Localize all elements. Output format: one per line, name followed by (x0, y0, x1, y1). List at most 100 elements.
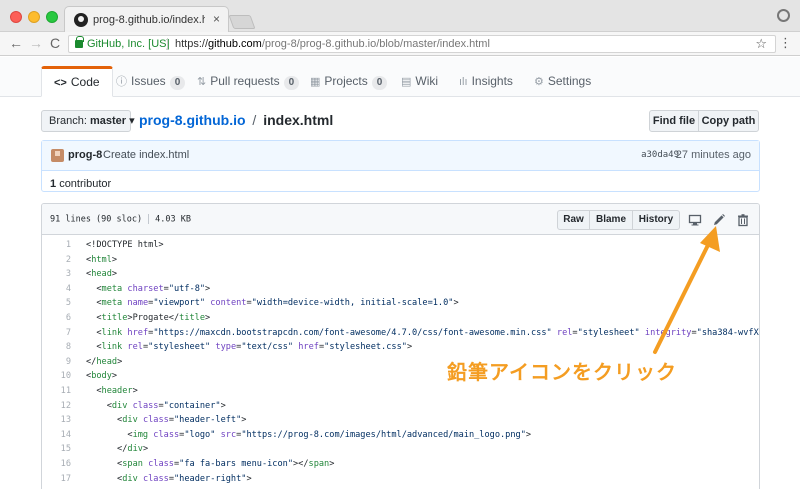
tab-projects[interactable]: ▦ Projects 0 (298, 66, 399, 97)
github-favicon-icon (74, 13, 88, 27)
line-number[interactable]: 16 (42, 457, 71, 472)
line-content: <div class="header-right"> (86, 473, 252, 484)
lock-icon (75, 36, 84, 48)
line-number[interactable]: 1 (42, 238, 71, 253)
commit-message-link[interactable]: Create index.html (103, 149, 189, 161)
line-content: <head> (86, 269, 118, 280)
url-divider (167, 38, 168, 50)
line-content: <header> (86, 386, 138, 396)
avatar[interactable] (51, 149, 64, 162)
latest-commit-box: prog-8 Create index.html a30da49 27 minu… (41, 140, 760, 192)
contributors-link[interactable]: 1 contributor (50, 178, 111, 190)
line-number[interactable]: 5 (42, 296, 71, 311)
graph-icon: ılı (459, 76, 468, 88)
history-button[interactable]: History (632, 210, 680, 230)
url-text[interactable]: https://github.com/prog-8/prog-8.github.… (175, 38, 490, 50)
blame-button[interactable]: Blame (589, 210, 633, 230)
browser-titlebar: prog-8.github.io/index.html at × (0, 0, 800, 33)
copy-path-button[interactable]: Copy path (698, 110, 759, 132)
breadcrumb: prog-8.github.io / index.html (139, 112, 333, 128)
line-content: <meta name="viewport" content="width=dev… (86, 298, 459, 309)
certificate-label[interactable]: GitHub, Inc. [US] (87, 38, 170, 50)
book-icon: ▤ (401, 76, 412, 88)
line-number[interactable]: 7 (42, 326, 71, 341)
desktop-icon[interactable] (688, 213, 702, 227)
minimize-window-button[interactable] (28, 11, 40, 23)
tab-label: Settings (547, 74, 592, 88)
raw-button[interactable]: Raw (557, 210, 590, 230)
url-host: github.com (208, 38, 262, 50)
line-number[interactable]: 15 (42, 442, 71, 457)
line-number[interactable]: 6 (42, 311, 71, 326)
line-number[interactable]: 11 (42, 384, 71, 399)
reload-icon[interactable]: C (50, 35, 60, 51)
profile-icon[interactable] (777, 9, 790, 22)
annotation-text: 鉛筆アイコンをクリック (447, 362, 677, 384)
line-number[interactable]: 4 (42, 282, 71, 297)
forward-arrow-icon[interactable]: → (29, 35, 43, 51)
line-number[interactable]: 3 (42, 267, 71, 282)
file-info-divider (148, 214, 150, 224)
line-content: <body> (86, 371, 118, 382)
line-number[interactable]: 13 (42, 413, 71, 428)
browser-menu-icon[interactable]: ⋮ (779, 35, 792, 51)
line-number[interactable]: 9 (42, 355, 71, 370)
line-number[interactable]: 8 (42, 340, 71, 355)
tab-code[interactable]: <> Code (41, 66, 113, 97)
pencil-icon[interactable] (712, 213, 726, 227)
repo-nav: <> Code ⓘ Issues 0 ⇅ Pull requests 0 ▦ Project… (0, 57, 800, 97)
line-number[interactable]: 12 (42, 399, 71, 414)
tab-settings[interactable]: ⚙ Settings (522, 66, 603, 97)
address-bar[interactable]: GitHub, Inc. [US] https://github.com/pro… (68, 35, 776, 53)
new-tab-button[interactable] (228, 15, 256, 29)
issues-counter: 0 (169, 76, 186, 90)
code-line: 1 <!DOCTYPE html> (42, 238, 759, 253)
contributors-count: 1 (50, 178, 57, 190)
line-number[interactable]: 17 (42, 472, 71, 487)
commit-author-link[interactable]: prog-8 (68, 149, 102, 161)
bookmark-star-icon[interactable]: ☆ (755, 36, 767, 52)
code-icon: <> (54, 77, 67, 89)
commit-sha-link[interactable]: a30da49 (641, 150, 679, 160)
code-line: 3 <head> (42, 267, 759, 282)
back-arrow-icon[interactable]: ← (9, 35, 23, 51)
line-number[interactable]: 14 (42, 428, 71, 443)
line-content: <div class="header-left"> (86, 415, 247, 426)
line-number[interactable]: 10 (42, 369, 71, 384)
code-line: 8 <link rel="stylesheet" type="text/css"… (42, 340, 759, 355)
file-viewer-header: 91 lines (90 sloc) 4.03 KB Raw Blame Hist… (42, 204, 759, 235)
gear-icon: ⚙ (534, 76, 544, 88)
close-window-button[interactable] (10, 11, 22, 23)
find-file-button[interactable]: Find file (649, 110, 699, 132)
code-line: 4 <meta charset="utf-8"> (42, 282, 759, 297)
maximize-window-button[interactable] (46, 11, 58, 23)
code-line: 6 <title>Progate</title> (42, 311, 759, 326)
line-content: <title>Progate</title> (86, 313, 211, 323)
project-icon: ▦ (310, 76, 321, 88)
tab-label: Insights (471, 74, 513, 88)
tab-pull-requests[interactable]: ⇅ Pull requests 0 (185, 66, 311, 97)
tab-label: Projects (324, 74, 368, 88)
url-path: /prog-8/prog-8.github.io/blob/master/ind… (261, 38, 490, 50)
tab-insights[interactable]: ılı Insights (447, 66, 525, 97)
line-number[interactable]: 2 (42, 253, 71, 268)
line-content: <link rel="stylesheet" type="text/css" h… (86, 342, 413, 353)
branch-select-button[interactable]: Branch: master ▾ (41, 110, 135, 132)
trash-icon[interactable] (736, 213, 750, 227)
tab-issues[interactable]: ⓘ Issues 0 (104, 66, 197, 97)
pull-requests-counter: 0 (283, 76, 300, 90)
line-content: <!DOCTYPE html> (86, 240, 164, 250)
browser-toolbar: ← → C GitHub, Inc. [US] https://github.c… (0, 32, 800, 56)
tab-label: Wiki (415, 74, 439, 88)
contributors-label: contributor (59, 178, 112, 190)
code-line: 2 <html> (42, 253, 759, 268)
line-content: <div class="container"> (86, 400, 226, 411)
file-lines-count: 91 lines (90 sloc) (50, 214, 143, 225)
breadcrumb-repo-link[interactable]: prog-8.github.io (139, 112, 246, 128)
code-line: 11 <header> (42, 384, 759, 399)
code-line: 12 <div class="container"> (42, 399, 759, 414)
tab-wiki[interactable]: ▤ Wiki (389, 66, 450, 97)
tab-title: prog-8.github.io/index.html at (93, 14, 205, 26)
browser-tab[interactable]: prog-8.github.io/index.html at × (64, 6, 229, 33)
tab-close-icon[interactable]: × (213, 12, 220, 26)
